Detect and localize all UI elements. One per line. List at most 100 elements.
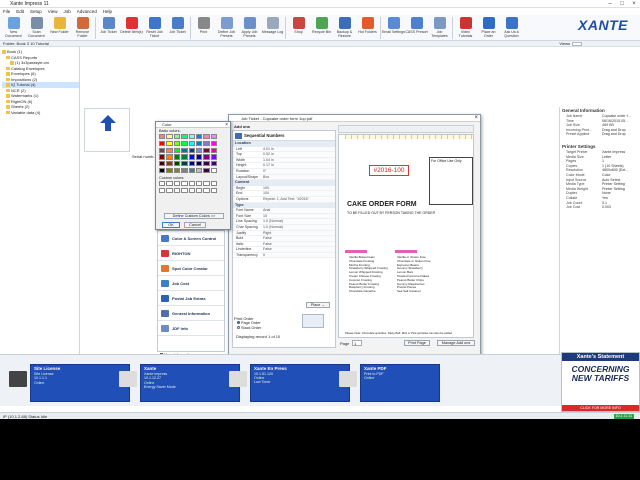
color-swatch[interactable] xyxy=(173,161,181,167)
job-ticket-button[interactable]: Job Ticket xyxy=(97,15,120,41)
question-button[interactable]: Ask Us a Question xyxy=(500,15,523,41)
printer-card[interactable]: Xante En Press 10.1.51.120 Online Low Toner xyxy=(229,364,350,402)
property-value[interactable]: False xyxy=(263,241,335,247)
ticket-button[interactable]: Job Ticket xyxy=(166,15,189,41)
custom-color-swatch[interactable] xyxy=(203,187,210,194)
color-swatch[interactable] xyxy=(210,140,218,146)
menu-item-help[interactable]: Help xyxy=(103,8,112,15)
color-swatch[interactable] xyxy=(173,140,181,146)
remove-folder-button[interactable]: Remove Folder xyxy=(71,15,94,41)
views-label[interactable]: Views xyxy=(559,41,570,47)
color-swatch[interactable] xyxy=(195,147,203,153)
property-value[interactable]: Right xyxy=(263,230,335,236)
color-swatch[interactable] xyxy=(166,167,173,174)
property-value[interactable]: 1.04 in xyxy=(263,157,335,163)
menu-item-edit[interactable]: Edit xyxy=(16,8,24,15)
serial-number-box[interactable]: #2016-100 xyxy=(369,165,409,176)
property-value[interactable]: 1.0 (Normal) xyxy=(263,224,335,230)
minimize-icon[interactable]: – xyxy=(604,0,616,8)
job-thumbnail[interactable] xyxy=(84,108,130,152)
recycle-button[interactable]: Recycle Bin xyxy=(310,15,333,41)
custom-color-swatch[interactable] xyxy=(210,187,218,194)
tree-item[interactable]: Variable data (4) xyxy=(2,110,79,116)
message-log-button[interactable]: Message Log xyxy=(261,15,284,41)
custom-color-swatch[interactable] xyxy=(195,181,203,187)
custom-color-swatch[interactable] xyxy=(166,187,173,194)
reset-button[interactable]: Reset Job Ticket xyxy=(143,15,166,41)
document-preview[interactable]: #2016-100 For Office Use Only CAKE ORDER… xyxy=(338,134,474,338)
custom-color-swatch[interactable] xyxy=(173,187,181,194)
property-value[interactable]: Box xyxy=(263,174,335,180)
property-row[interactable]: Transparency 0 xyxy=(233,252,335,259)
color-swatch[interactable] xyxy=(188,154,195,160)
plugin-item[interactable]: RIGHTON xyxy=(158,246,224,261)
color-swatch[interactable] xyxy=(210,134,218,140)
define-custom-colors-button[interactable]: Define Custom Colors >> xyxy=(164,213,224,219)
color-swatch[interactable] xyxy=(181,147,188,153)
color-swatch[interactable] xyxy=(181,140,188,146)
video-button[interactable]: Video Tutorials xyxy=(454,15,477,41)
custom-color-swatch[interactable] xyxy=(210,181,218,187)
property-value[interactable]: Arial xyxy=(263,208,335,213)
menu-item-view[interactable]: View xyxy=(48,8,58,15)
custom-color-swatch[interactable] xyxy=(166,181,173,187)
printer-card[interactable]: Site License Site License 10.1.1.1 Online xyxy=(9,364,130,402)
color-swatch[interactable] xyxy=(195,167,203,174)
folder-button[interactable]: New Folder xyxy=(48,15,71,41)
custom-color-swatch[interactable] xyxy=(203,181,210,187)
color-swatch[interactable] xyxy=(166,154,173,160)
color-swatch[interactable] xyxy=(159,167,166,174)
color-swatch[interactable] xyxy=(166,147,173,153)
color-swatch[interactable] xyxy=(166,140,173,146)
property-value[interactable]: Repeat: 1, Add Text: "#2016" xyxy=(263,196,335,202)
color-swatch[interactable] xyxy=(210,167,218,174)
color-swatch[interactable] xyxy=(173,147,181,153)
print-order-page-order[interactable]: Page Order xyxy=(237,321,261,325)
shop-button[interactable]: Shop xyxy=(287,15,310,41)
property-value[interactable]: False xyxy=(263,247,335,252)
views-dropdown[interactable] xyxy=(572,42,582,46)
plugin-item[interactable]: JDF Info xyxy=(158,321,224,336)
color-swatch[interactable] xyxy=(188,167,195,174)
color-swatch[interactable] xyxy=(159,140,166,146)
property-value[interactable]: 0.52 in xyxy=(263,152,335,157)
color-swatch[interactable] xyxy=(203,154,210,160)
print-page-button[interactable]: Print Page xyxy=(404,340,430,346)
maximize-icon[interactable]: □ xyxy=(616,0,628,8)
scan-button[interactable]: Scan Document xyxy=(25,15,48,41)
cass-button[interactable]: CASS Presort xyxy=(405,15,428,41)
color-swatch[interactable] xyxy=(181,134,188,140)
email-button[interactable]: Email Settings xyxy=(382,15,405,41)
menu-item-setup[interactable]: Setup xyxy=(30,8,42,15)
order-button[interactable]: Place an Order xyxy=(477,15,500,41)
menu-item-advanced[interactable]: Advanced xyxy=(77,8,97,15)
color-swatch[interactable] xyxy=(210,147,218,153)
close-icon[interactable]: × xyxy=(225,122,228,128)
color-swatch[interactable] xyxy=(203,167,210,174)
color-swatch[interactable] xyxy=(173,134,181,140)
custom-color-swatch[interactable] xyxy=(181,187,188,194)
plugin-item[interactable]: Color & Screen Control xyxy=(158,231,224,246)
menu-item-job[interactable]: Job xyxy=(63,8,70,15)
color-swatch[interactable] xyxy=(181,161,188,167)
color-ok-button[interactable]: OK xyxy=(162,222,180,228)
color-swatch[interactable] xyxy=(203,140,210,146)
tariff-ad-banner[interactable]: Xante's Statement CONCERNING NEW TARIFFS… xyxy=(561,352,640,412)
property-value[interactable]: 15 xyxy=(263,213,335,219)
page-layout-icon[interactable] xyxy=(302,314,324,328)
custom-color-swatch[interactable] xyxy=(188,187,195,194)
color-swatch[interactable] xyxy=(195,161,203,167)
hot-folder-button[interactable]: Hot Folders xyxy=(356,15,379,41)
property-value[interactable]: 0.17 in xyxy=(263,163,335,168)
color-swatch[interactable] xyxy=(159,161,166,167)
plugin-item[interactable]: Job Cost xyxy=(158,276,224,291)
print-button[interactable]: Print xyxy=(192,15,215,41)
color-swatch[interactable] xyxy=(166,134,173,140)
color-swatch[interactable] xyxy=(210,154,218,160)
close-icon[interactable]: × xyxy=(474,115,478,122)
color-swatch[interactable] xyxy=(195,140,203,146)
property-value[interactable]: 104 xyxy=(263,191,335,196)
property-value[interactable]: 100 xyxy=(263,185,335,191)
plugin-item[interactable]: Spot Color Creator xyxy=(158,261,224,276)
custom-color-swatch[interactable] xyxy=(195,187,203,194)
